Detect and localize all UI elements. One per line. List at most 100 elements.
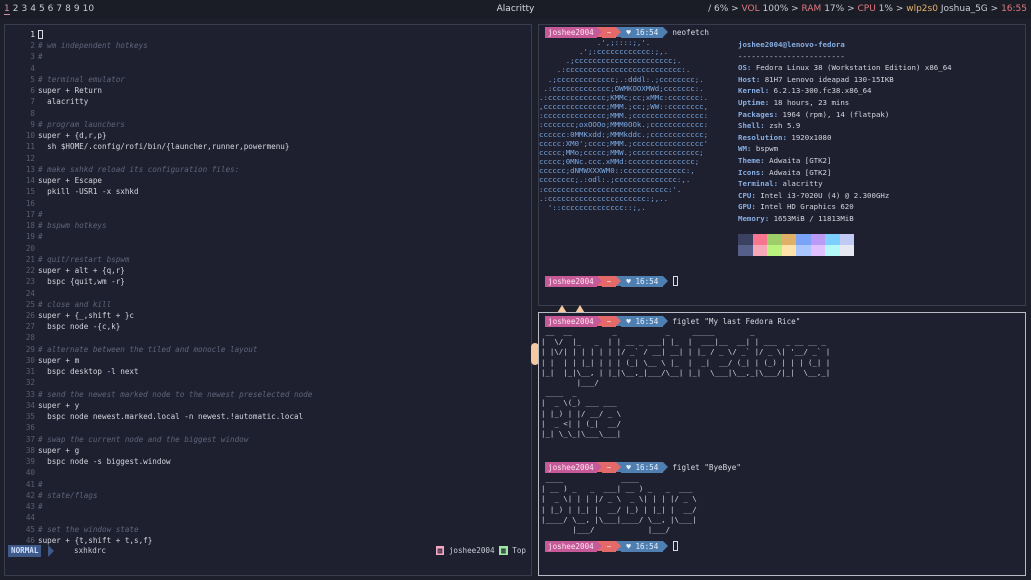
editor-line[interactable]: 32 [5, 377, 525, 388]
logo-line: .',;::::;,'. [539, 38, 651, 47]
editor-line[interactable]: 38 super + g [5, 445, 525, 456]
info-colon: : [755, 74, 765, 84]
editor-line[interactable]: 26 super + {_,shift + }c [5, 310, 525, 321]
editor-line[interactable]: 18 # bspwm hotkeys [5, 220, 525, 231]
editor-line[interactable]: 6 super + Return [5, 85, 525, 96]
editor-window[interactable]: 1 2 # wm independent hotkeys 3 #4 5 # terminal… [4, 24, 532, 576]
line-number: 43 [25, 502, 35, 512]
vim-statusline: NORMAL sxhkdrc ▦ joshee2004 ▦ Top [4, 545, 532, 557]
info-row: Uptime: 18 hours, 23 mins [738, 97, 952, 109]
editor-line[interactable]: 19 # [5, 231, 525, 242]
editor-line[interactable]: 41 # [5, 479, 525, 490]
info-key: Host [738, 74, 756, 84]
terminal-cursor-icon [673, 276, 679, 286]
line-text: super + g [38, 445, 80, 455]
editor-line[interactable]: 21 # quit/restart bspwm [5, 254, 525, 265]
line-text: super + {_,shift + }c [38, 311, 135, 320]
mode-separator-icon [48, 545, 54, 557]
info-colon: : [751, 190, 761, 200]
editor-line[interactable]: 45 # set the window state [5, 524, 525, 535]
editor-line[interactable]: 8 [5, 108, 525, 119]
command-text: neofetch [672, 28, 709, 37]
line-number: 19 [25, 232, 35, 242]
line-number: 20 [25, 243, 35, 253]
editor-line[interactable]: 29 # alternate between the tiled and mono… [5, 344, 525, 355]
color-swatch [752, 245, 767, 256]
color-swatch [839, 245, 854, 256]
editor-line[interactable]: 37 # swap the current node and the bigges… [5, 434, 525, 445]
info-key: Shell [738, 121, 761, 131]
logo-line: ccccc;MMo;ccccc;MMW.;ccccccccccccccc; [539, 147, 704, 157]
line-number: 1 [30, 30, 35, 39]
line-number: 4 [30, 63, 35, 73]
editor-line[interactable]: 43 # [5, 501, 525, 512]
info-key: GPU [738, 202, 752, 212]
editor-line[interactable]: 16 [5, 198, 525, 209]
editor-line[interactable]: 12 [5, 153, 525, 164]
editor-line[interactable]: 33 # send the newest marked node to the n… [5, 389, 525, 400]
info-colon: : [760, 121, 770, 131]
logo-line: .;ccccccccccccc;.:dddl:.;cccccccc;. [539, 74, 704, 84]
info-value: alacritty [782, 179, 823, 189]
editor-line[interactable]: 22 super + alt + {q,r} [5, 265, 525, 276]
prompt-dir: ~ [601, 316, 617, 327]
status-sep: > [728, 4, 742, 14]
shell-prompt[interactable]: joshee2004 ~ ♥ 16:54 [545, 276, 679, 287]
editor-line[interactable]: 35 bspc node newest.marked.local -n newe… [5, 411, 525, 422]
editor-line[interactable]: 39 bspc node -s biggest.window [5, 456, 525, 467]
file-name: sxhkdrc [74, 546, 107, 555]
editor-line[interactable]: 14 super + Escape [5, 175, 525, 186]
ascii-art-line: | _ \| | | |/ _ \ _ \| | | |/ _ \ [541, 494, 697, 504]
ram-label: RAM [801, 4, 822, 14]
editor-line[interactable]: 3 # [5, 51, 525, 62]
editor-line[interactable]: 9 # program launchers [5, 119, 525, 130]
editor-line[interactable]: 1 [5, 29, 525, 40]
editor-line[interactable]: 2 # wm independent hotkeys [5, 40, 525, 51]
editor-line[interactable]: 28 [5, 332, 525, 343]
editor-line[interactable]: 11 sh $HOME/.config/rofi/bin/{launcher,r… [5, 141, 525, 152]
neofetch-terminal[interactable]: joshee2004 ~ ♥ 16:54 neofetch .',;::::;,'. … [538, 24, 1026, 306]
editor-line[interactable]: 25 # close and kill [5, 299, 525, 310]
ascii-art-line: ____ _ [541, 388, 577, 398]
info-key: OS [738, 63, 747, 73]
editor-line[interactable]: 42 # state/flags [5, 490, 525, 501]
figlet-terminal[interactable]: joshee2004 ~ ♥ 16:54 figlet "My last Fedora… [538, 312, 1026, 576]
line-text: super + Return [38, 86, 103, 96]
editor-line[interactable]: 34 super + y [5, 400, 525, 411]
prompt-time: ♥ 16:54 [621, 316, 664, 327]
editor-line[interactable]: 31 bspc desktop -l next [5, 366, 525, 377]
ascii-art-line: | | | | |_| | | | (_| \__ \ |_ | _| __/ … [541, 357, 831, 367]
editor-line[interactable]: 13 # make sxhkd reload its configuration … [5, 164, 525, 175]
editor-line[interactable]: 23 bspc {quit,wm -r} [5, 276, 525, 287]
editor-line[interactable]: 20 [5, 243, 525, 254]
editor-line[interactable]: 44 [5, 512, 525, 523]
editor-line[interactable]: 4 [5, 63, 525, 74]
editor-line[interactable]: 10 super + {d,r,p} [5, 130, 525, 141]
info-value: 1920x1080 [791, 132, 832, 142]
info-colon: : [764, 213, 774, 223]
editor-line[interactable]: 40 [5, 467, 525, 478]
line-number: 30 [25, 355, 35, 365]
editor-line[interactable]: 5 # terminal emulator [5, 74, 525, 85]
prompt-user: joshee2004 [545, 541, 597, 552]
prompt-user: joshee2004 [545, 462, 597, 473]
ascii-art-line: __ __ _ _ _____ _ [541, 327, 755, 336]
editor-line[interactable]: 30 super + m [5, 355, 525, 366]
line-text: sh $HOME/.config/rofi/bin/{launcher,runn… [38, 142, 290, 152]
logo-line: :cccccccccccccc;MMM.;cccccccccccccccc: [539, 111, 709, 121]
editor-line[interactable]: 24 [5, 288, 525, 299]
info-colon: : [751, 202, 761, 212]
editor-line[interactable]: 7 alacritty [5, 96, 525, 107]
editor-line[interactable]: 27 bspc node -{c,k} [5, 321, 525, 332]
line-number: 36 [25, 423, 35, 433]
line-number: 35 [25, 412, 35, 422]
editor-line[interactable]: 36 [5, 422, 525, 433]
info-value: Adwaita [GTK2] [769, 167, 832, 177]
editor-line[interactable]: 15 pkill -USR1 -x sxhkd [5, 186, 525, 197]
editor-line[interactable]: 17 # [5, 209, 525, 220]
shell-prompt[interactable]: joshee2004 ~ ♥ 16:54 [545, 541, 679, 552]
line-number: 16 [25, 198, 35, 208]
ascii-art-line: | __ ) _ _ ___| __ ) _ _ ___ [541, 484, 693, 494]
line-text: super + m [38, 355, 80, 365]
line-number: 41 [25, 479, 35, 489]
